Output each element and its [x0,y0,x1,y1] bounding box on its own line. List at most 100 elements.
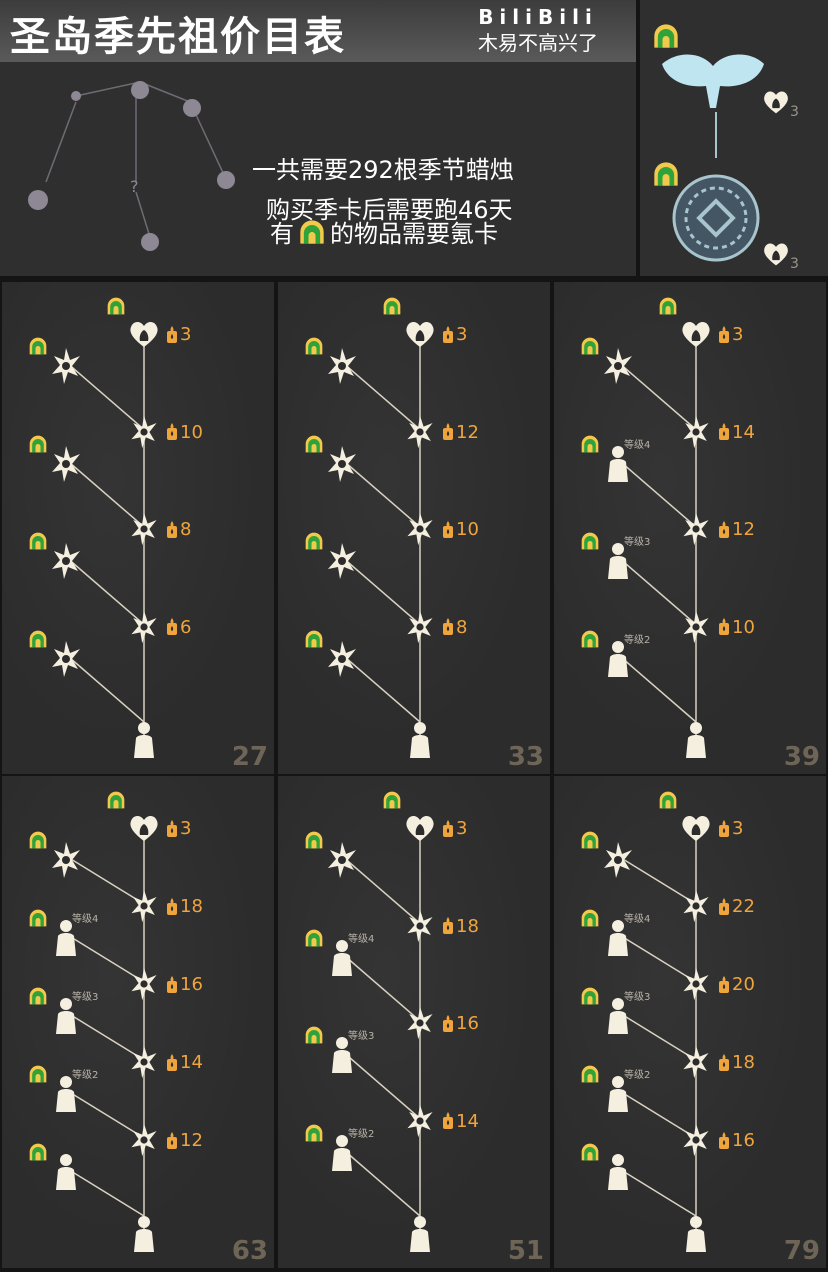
final-emote-icon[interactable] [404,1214,436,1254]
final-emote-icon[interactable] [128,720,160,760]
bonus-panel: 3 3 [640,0,828,276]
final-emote-icon[interactable] [128,1214,160,1254]
candle-cost: 3 [166,818,191,839]
candle-cost: 6 [166,617,191,638]
side-cosmetic-icon[interactable] [602,1152,634,1192]
side-cosmetic-icon[interactable] [50,840,82,880]
candle-cost: 3 [718,818,743,839]
cosmetic-icon[interactable] [404,1005,436,1041]
candle-icon [442,326,454,344]
side-cosmetic-icon[interactable] [50,1152,82,1192]
candle-cost-value: 22 [732,896,755,917]
cosmetic-icon[interactable] [680,511,712,547]
cosmetic-icon[interactable] [404,511,436,547]
heart-icon[interactable] [404,810,436,846]
title-bar: 圣岛季先祖价目表 BiliBili 木易不高兴了 [0,0,636,62]
heart-icon[interactable] [128,810,160,846]
candle-cost-value: 6 [180,616,192,638]
panel-total: 39 [783,742,820,772]
side-cosmetic-icon[interactable] [326,541,358,581]
candle-cost: 14 [442,1111,479,1132]
ancestor-panel: 3 12 10 8 33 [278,282,550,774]
cosmetic-icon[interactable] [128,1044,160,1080]
season-pass-icon [580,1064,600,1084]
ancestor-panel: 3 18 等级4 16 等级3 14 等级2 51 [278,776,550,1268]
season-pass-icon [304,629,324,649]
cosmetic-icon[interactable] [680,888,712,924]
candle-icon [442,521,454,539]
cosmetic-icon[interactable] [680,966,712,1002]
heart-icon[interactable] [128,316,160,352]
candle-cost: 3 [166,324,191,345]
level-label: 等级3 [72,992,99,1003]
season-pass-icon [28,830,48,850]
cosmetic-icon[interactable] [128,609,160,645]
candle-cost: 3 [718,324,743,345]
heart-icon[interactable] [680,316,712,352]
ancestor-panel: 3 18 等级4 16 等级3 14 等级2 12 63 [2,776,274,1268]
candle-cost: 12 [718,519,755,540]
cosmetic-icon[interactable] [128,1122,160,1158]
ancestor-panel: 3 10 8 6 27 [2,282,274,774]
candle-icon [718,326,730,344]
season-pass-icon [28,531,48,551]
cosmetic-icon[interactable] [404,414,436,450]
candle-cost-value: 3 [180,818,192,839]
level-label: 等级2 [348,1128,375,1140]
season-pass-icon [580,629,600,649]
pass-note: 有 的物品需要氪卡 [270,214,498,249]
side-cosmetic-icon[interactable] [50,444,82,484]
bonus-cost-1: 3 [790,104,799,120]
side-cosmetic-icon[interactable] [602,840,634,880]
final-emote-icon[interactable] [404,720,436,760]
panel-total: 33 [507,742,544,772]
cosmetic-icon[interactable] [404,609,436,645]
candle-icon [718,1054,730,1072]
candle-cost-value: 12 [456,421,479,443]
candle-icon [718,820,730,838]
heart-icon[interactable] [680,810,712,846]
season-pass-icon [28,986,48,1006]
cosmetic-icon[interactable] [128,966,160,1002]
side-cosmetic-icon[interactable] [326,444,358,484]
side-cosmetic-icon[interactable] [50,346,82,386]
cosmetic-icon[interactable] [404,1103,436,1139]
cosmetic-icon[interactable] [404,908,436,944]
side-cosmetic-icon[interactable] [326,346,358,386]
side-cosmetic-icon[interactable] [326,840,358,880]
level-label: 等级4 [72,914,99,925]
candle-icon [166,898,178,916]
season-pass-icon [28,1142,48,1162]
candle-cost: 18 [166,896,203,917]
cosmetic-icon[interactable] [128,414,160,450]
level-label: 等级4 [624,439,651,451]
side-cosmetic-icon[interactable] [326,639,358,679]
heart-icon[interactable] [404,316,436,352]
season-pass-icon [580,531,600,551]
candle-icon [442,1015,454,1033]
cosmetic-icon[interactable] [680,1122,712,1158]
season-pass-icon [28,434,48,454]
cosmetic-icon[interactable] [680,414,712,450]
candle-cost-value: 16 [732,1130,755,1151]
final-emote-icon[interactable] [680,720,712,760]
side-cosmetic-icon[interactable] [50,541,82,581]
candle-icon [718,898,730,916]
cosmetic-icon[interactable] [680,1044,712,1080]
candle-cost-value: 10 [456,519,479,540]
candle-cost-value: 8 [456,616,468,638]
cosmetic-icon[interactable] [128,888,160,924]
side-cosmetic-icon[interactable] [602,346,634,386]
candle-cost-value: 12 [180,1130,203,1151]
final-emote-icon[interactable] [680,1214,712,1254]
candle-cost: 16 [718,1130,755,1151]
author-label: 木易不高兴了 [478,31,598,55]
svg-text:?: ? [130,177,139,196]
candle-icon [442,1112,454,1130]
cosmetic-icon[interactable] [680,609,712,645]
candle-cost-value: 14 [732,421,755,443]
cosmetic-icon[interactable] [128,511,160,547]
side-cosmetic-icon[interactable] [50,639,82,679]
bonus-cost-2: 3 [790,256,799,272]
candle-cost: 18 [442,916,479,937]
